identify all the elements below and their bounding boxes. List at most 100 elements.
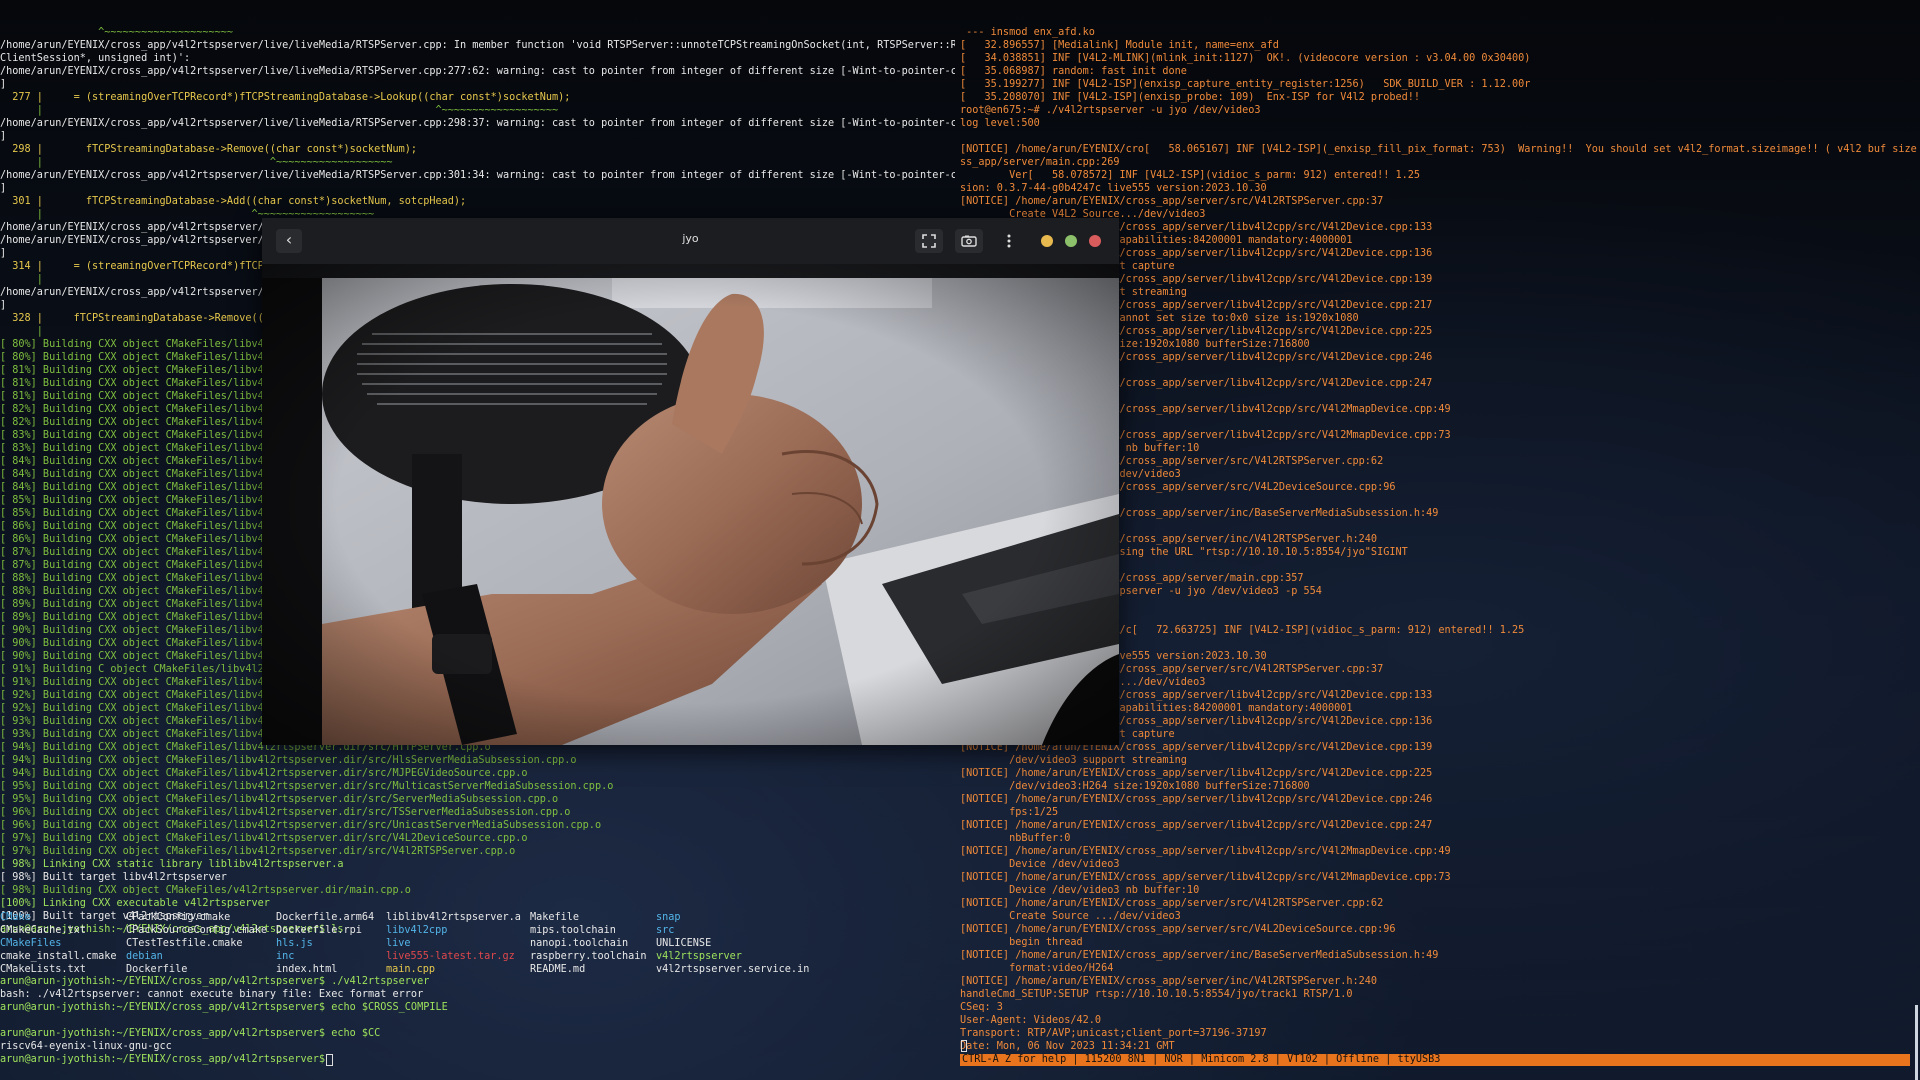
terminal-line: /dev/video3:H264 size:1920x1080 bufferSi… — [960, 781, 1310, 792]
camera-icon — [961, 235, 977, 247]
terminal-line: ClientSession*, unsigned int)': — [0, 53, 191, 64]
terminal-line: [NOTICE] /home/arun/EYENIX/cross_app/ser… — [960, 794, 1433, 805]
terminal-line: [ 35.199277] INF [V4L2-ISP](enxisp_captu… — [960, 79, 1531, 90]
menu-button[interactable] — [995, 229, 1023, 253]
video-stream-frame — [262, 264, 1119, 745]
video-frame-image — [262, 264, 1119, 745]
terminal-line: [NOTICE] /home/arun/EYENIX/cro[ 58.06516… — [960, 144, 1920, 155]
terminal-line: log level:500 — [960, 118, 1040, 129]
terminal-line: [NOTICE] /home/arun/EYENIX/cross_app/ser… — [960, 950, 1439, 961]
terminal-line: [NOTICE] /home/arun/EYENIX/cross_app/ser… — [960, 196, 1384, 207]
terminal-line: [ 34.038851] INF [V4L2-MLINK](mlink_init… — [960, 53, 1531, 64]
ls-entry: liblibv4l2rtspserver.a — [386, 912, 521, 923]
terminal-line: root@en675:~# ./v4l2rtspserver -u jyo /d… — [960, 105, 1261, 116]
ls-entry: live — [386, 938, 411, 949]
ls-entry: raspberry.toolchain — [530, 951, 647, 962]
terminal-line: arun@arun-jyothish:~/EYENIX/cross_app/v4… — [0, 1002, 448, 1013]
terminal-line: [NOTICE] /home/arun/EYENIX/cross_app/ser… — [960, 768, 1433, 779]
terminal-line: [ 95%] Building CXX object CMakeFiles/li… — [0, 781, 614, 792]
terminal-line: ] — [0, 183, 7, 194]
terminal-line: handleCmd_SETUP:SETUP rtsp://10.10.10.5:… — [960, 989, 1353, 1000]
terminal-line: /home/arun/EYENIX/cross_app/v4l2rtspserv… — [0, 66, 955, 77]
close-button[interactable] — [1089, 235, 1101, 247]
terminal-line: /dev/video3 support streaming — [960, 755, 1187, 766]
terminal-line: 277 | = (streamingOverTCPRecord*)fTCPStr… — [0, 92, 571, 103]
terminal-line: [NOTICE] /home/arun/EYENIX/cross_app/ser… — [960, 898, 1384, 909]
ls-entry: CMakeCache.txt — [0, 925, 86, 936]
terminal-line: [100%] Linking CXX executable v4l2rtspse… — [0, 898, 270, 909]
terminal-line: ] — [0, 79, 7, 90]
terminal-line: Create Source .../dev/video3 — [960, 911, 1181, 922]
terminal-line: --- insmod enx_afd.ko — [960, 27, 1095, 38]
window-title: jyo — [682, 232, 699, 245]
terminal-line: ^~~~~~~~~~~~~~~~~~~~~~ — [0, 27, 234, 38]
ls-entry: hls.js — [276, 938, 313, 949]
terminal-line: [NOTICE] /home/arun/EYENIX/cross_app/ser… — [960, 872, 1451, 883]
terminal-line: Device /dev/video3 nb buffer:10 — [960, 885, 1200, 896]
terminal-line: arun@arun-jyothish:~/EYENIX/cross_app/v4… — [0, 1054, 332, 1065]
terminal-line: nbBuffer:0 — [960, 833, 1071, 844]
minimize-button[interactable] — [1041, 235, 1053, 247]
terminal-line: [ 94%] Building CXX object CMakeFiles/li… — [0, 768, 528, 779]
terminal-line: [ 97%] Building CXX object CMakeFiles/li… — [0, 833, 528, 844]
terminal-line: [ 98%] Linking CXX static library liblib… — [0, 859, 344, 870]
screenshot-button[interactable] — [955, 229, 983, 253]
ls-entry: snap — [656, 912, 681, 923]
terminal-line: [ 98%] Building CXX object CMakeFiles/v4… — [0, 885, 411, 896]
terminal-line: [NOTICE] /home/arun/EYENIX/cross_app/ser… — [960, 924, 1396, 935]
terminal-line: Transport: RTP/AVP;unicast;client_port=3… — [960, 1028, 1267, 1039]
minicom-status-bar: CTRL-A Z for help | 115200 8N1 | NOR | M… — [960, 1054, 1910, 1066]
ls-entry: Makefile — [530, 912, 580, 923]
ls-entry: CPackSourceConfig.cmake — [126, 925, 268, 936]
terminal-line: 298 | fTCPStreamingDatabase->Remove((cha… — [0, 144, 418, 155]
ls-entry: libv4l2cpp — [386, 925, 448, 936]
ls-entry: CMakeFiles — [0, 938, 62, 949]
terminal-line: CSeq: 3 — [960, 1002, 1003, 1013]
ls-entry: CTestTestfile.cmake — [126, 938, 243, 949]
terminal-line: riscv64-eyenix-linux-gnu-gcc — [0, 1041, 172, 1052]
terminal-line: Device /dev/video3 — [960, 859, 1120, 870]
video-player-window[interactable]: ‹ jyo — [262, 218, 1119, 745]
terminal-line: arun@arun-jyothish:~/EYENIX/cross_app/v4… — [0, 1028, 381, 1039]
kebab-menu-icon — [1007, 234, 1011, 248]
shell-history: arun@arun-jyothish:~/EYENIX/cross_app/v4… — [0, 975, 955, 1066]
terminal-line: [NOTICE] /home/arun/EYENIX/cross_app/ser… — [960, 976, 1378, 987]
terminal-line: begin thread — [960, 937, 1083, 948]
ls-entry: UNLICENSE — [656, 938, 712, 949]
terminal-line: fps:1/25 — [960, 807, 1059, 818]
terminal-line: /home/arun/EYENIX/cross_app/v4l2rtspserv… — [0, 170, 955, 181]
terminal-line: 301 | fTCPStreamingDatabase->Add((char c… — [0, 196, 467, 207]
ls-entry: src — [656, 925, 675, 936]
ls-entry: Dockerfile.rpi — [276, 925, 362, 936]
terminal-line: [NOTICE] /home/arun/EYENIX/cross_app/ser… — [960, 846, 1451, 857]
video-window-titlebar[interactable]: ‹ jyo — [262, 218, 1119, 264]
terminal-line: [ 35.068987] random: fast init done — [960, 66, 1187, 77]
terminal-line: | ^~~~~~~~~~~~~~~~~~~~ — [0, 157, 393, 168]
ls-entry: Dockerfile.arm64 — [276, 912, 375, 923]
ls-entry: debian — [126, 951, 163, 962]
terminal-line: [ 32.896557] [Medialink] Module init, na… — [960, 40, 1279, 51]
terminal-cursor — [326, 1054, 333, 1066]
terminal-line: bash: ./v4l2rtspserver: cannot execute b… — [0, 989, 424, 1000]
terminal-line: [NOTICE] /home/arun/EYENIX/cross_app/ser… — [960, 820, 1433, 831]
fullscreen-button[interactable] — [915, 229, 943, 253]
terminal-line: [ 94%] Building CXX object CMakeFiles/li… — [0, 755, 577, 766]
terminal-line: /home/arun/EYENIX/cross_app/v4l2rtspserv… — [0, 118, 955, 129]
maximize-button[interactable] — [1065, 235, 1077, 247]
ls-entry: v4l2rtspserver — [656, 951, 742, 962]
terminal-line: Date: Mon, 06 Nov 2023 11:34:21 GMT — [960, 1041, 1175, 1052]
terminal-line: /home/arun/EYENIX/cross_app/v4l2rtspserv… — [0, 40, 955, 51]
terminal-line: ] — [0, 131, 7, 142]
terminal-line: Ver[ 58.078572] INF [V4L2-ISP](vidioc_s_… — [960, 170, 1421, 181]
scrollbar-thumb[interactable] — [1915, 1005, 1918, 1080]
terminal-line: [ 98%] Built target libv4l2rtspserver — [0, 872, 227, 883]
terminal-line: User-Agent: Videos/42.0 — [960, 1015, 1102, 1026]
terminal-line: | ^~~~~~~~~~~~~~~~~~~~ — [0, 105, 559, 116]
ls-output-grid: CMake CPackConfig.cmake Dockerfile.arm64 li… — [0, 911, 809, 976]
ls-entry: live555-latest.tar.gz — [386, 951, 515, 962]
terminal-line: sion: 0.3.7-44-g0b4247c live555 version:… — [960, 183, 1267, 194]
fullscreen-icon — [922, 234, 936, 248]
terminal-line: arun@arun-jyothish:~/EYENIX/cross_app/v4… — [0, 976, 430, 987]
